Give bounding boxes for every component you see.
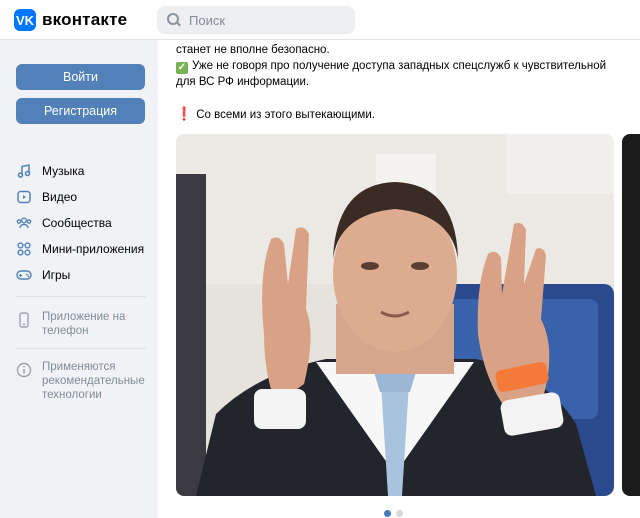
carousel-indicator — [384, 510, 408, 517]
check-emoji-icon: ✓ — [176, 62, 188, 74]
info-icon — [16, 362, 32, 378]
post-text: станет не вполне безопасно. ✓ Уже не гово… — [176, 42, 616, 123]
carousel-dot-active[interactable] — [384, 510, 391, 517]
recommendations-info-label: Применяются рекомендательные технологии — [42, 361, 145, 401]
sidebar-item-label: Мини-приложения — [42, 242, 145, 256]
sidebar-item-games[interactable]: Игры — [16, 262, 144, 288]
post-content: станет не вполне безопасно. ✓ Уже не гово… — [158, 40, 640, 518]
logo-text: вконтакте — [42, 10, 128, 29]
music-icon — [16, 163, 32, 179]
search-input[interactable]: Поиск — [157, 6, 355, 34]
mobile-app-link[interactable]: Приложение на телефон — [16, 310, 152, 338]
sidebar-item-label: Игры — [42, 268, 71, 282]
mini-apps-icon — [16, 241, 32, 257]
search-icon — [167, 13, 181, 27]
register-button[interactable]: Регистрация — [16, 98, 145, 124]
top-bar: VK вконтакте Поиск — [0, 0, 640, 40]
sidebar-nav: Музыка Видео Сообщества Мини-приложения … — [16, 158, 144, 288]
sidebar-item-communities[interactable]: Сообщества — [16, 210, 144, 236]
sidebar-item-label: Музыка — [42, 164, 85, 178]
sidebar-divider — [16, 348, 146, 349]
login-button[interactable]: Войти — [16, 64, 145, 90]
sidebar-item-label: Видео — [42, 190, 78, 204]
next-photo-preview[interactable] — [622, 134, 640, 496]
sidebar-divider — [16, 296, 146, 297]
post-text-line: ✓ Уже не говоря про получение доступа зап… — [176, 58, 616, 74]
sidebar-item-music[interactable]: Музыка — [16, 158, 144, 184]
photo-man-gesturing — [176, 134, 614, 496]
communities-icon — [16, 215, 32, 231]
vk-logo[interactable]: VK вконтакте — [14, 9, 127, 31]
carousel-dot[interactable] — [396, 510, 403, 517]
post-text-line: станет не вполне безопасно. — [176, 44, 330, 56]
search-placeholder: Поиск — [189, 12, 226, 28]
post-photo[interactable] — [176, 134, 614, 496]
post-text-line: для ВС РФ информации. — [176, 76, 310, 88]
gamepad-icon — [16, 267, 32, 283]
video-icon — [16, 189, 32, 205]
exclamation-emoji-icon: ❗ — [176, 106, 193, 121]
vk-logo-icon: VK — [14, 9, 36, 31]
post-text-line: ❗ Со всеми из этого вытекающими. — [176, 106, 616, 123]
sidebar-item-video[interactable]: Видео — [16, 184, 144, 210]
recommendations-info-link[interactable]: Применяются рекомендательные технологии — [16, 360, 152, 402]
post-text-fragment: Со всеми из этого вытекающими. — [196, 109, 375, 121]
sidebar-item-mini-apps[interactable]: Мини-приложения — [16, 236, 144, 262]
post-text-fragment: Уже не говоря про получение доступа запа… — [192, 60, 607, 72]
mobile-app-link-label: Приложение на телефон — [42, 311, 126, 337]
phone-icon — [16, 312, 32, 328]
sidebar-item-label: Сообщества — [42, 216, 112, 230]
sidebar: Войти Регистрация Музыка Видео Сообществ… — [0, 40, 158, 518]
